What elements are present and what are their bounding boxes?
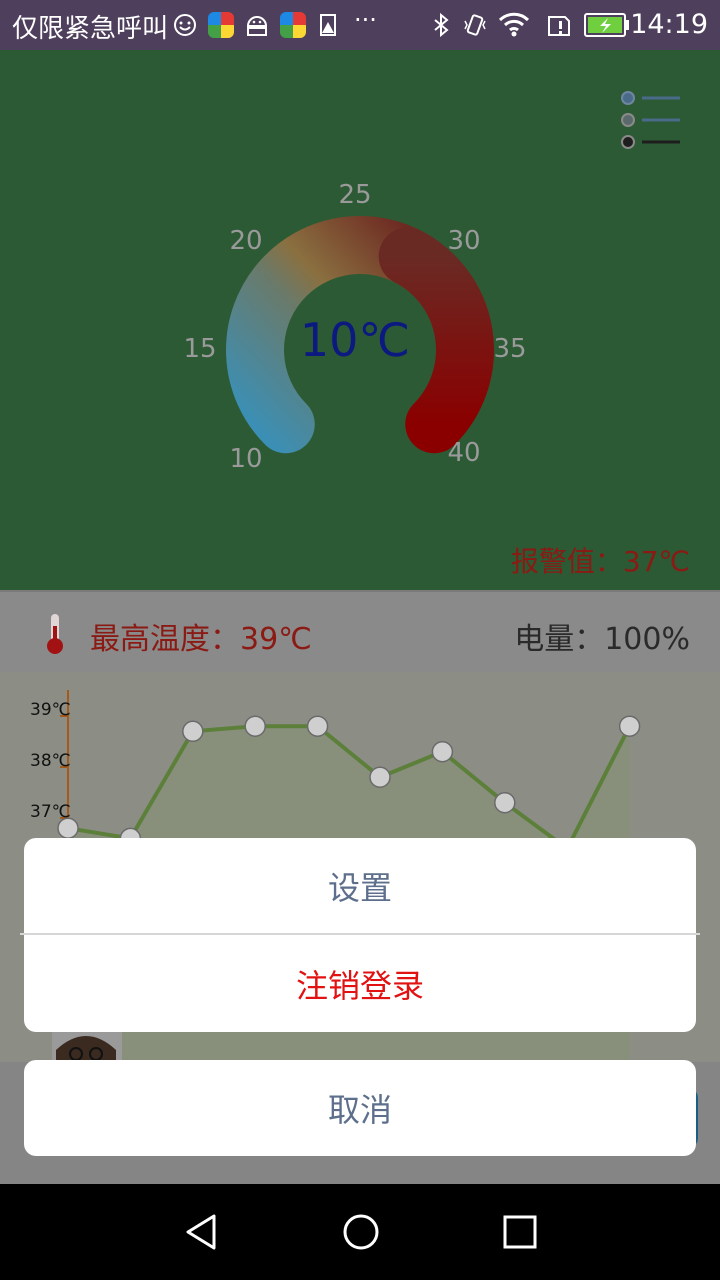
y-tick-label: 39℃ bbox=[30, 700, 71, 720]
back-icon[interactable] bbox=[182, 1212, 222, 1252]
battery-level: 电量：100% bbox=[514, 622, 690, 657]
alarm-threshold[interactable]: 报警值：37℃ bbox=[511, 540, 690, 580]
baby-face-icon bbox=[174, 14, 196, 36]
home-icon[interactable] bbox=[341, 1212, 381, 1252]
gauge-tick: 25 bbox=[338, 180, 372, 210]
current-temperature: 10℃ bbox=[299, 313, 411, 367]
gauge-tick: 10 bbox=[229, 444, 263, 474]
cancel-button[interactable]: 取消 bbox=[24, 1060, 696, 1156]
carrier-text: 仅限紧急呼叫 bbox=[12, 14, 169, 44]
avatar[interactable] bbox=[52, 1030, 122, 1062]
data-point[interactable] bbox=[431, 740, 454, 763]
android-icon bbox=[246, 16, 268, 36]
recents-icon[interactable] bbox=[502, 1214, 538, 1250]
navigation-bar bbox=[0, 1184, 720, 1280]
data-point[interactable] bbox=[244, 715, 266, 737]
thermometer-icon bbox=[47, 614, 63, 654]
clock: 14:19 bbox=[630, 9, 708, 40]
data-point[interactable] bbox=[182, 720, 204, 743]
battery-charging-icon bbox=[584, 13, 629, 37]
more-dots: ··· bbox=[354, 6, 377, 34]
data-point[interactable] bbox=[369, 766, 391, 788]
status-bar: 仅限紧急呼叫 ··· 14:19 bbox=[0, 0, 720, 50]
max-temperature: 最高温度：39℃ bbox=[90, 622, 312, 657]
warning-doc-icon bbox=[320, 14, 336, 36]
gauge-panel: 10 15 20 25 30 35 40 10℃ 报警值：37℃ bbox=[0, 50, 720, 590]
action-sheet-options: 设置 注销登录 bbox=[24, 838, 696, 1032]
app-badge-icon bbox=[280, 12, 306, 38]
gauge-tick: 20 bbox=[229, 226, 263, 256]
sheet-divider bbox=[20, 933, 700, 935]
app-badge-icon bbox=[208, 12, 234, 38]
bluetooth-icon bbox=[434, 12, 449, 38]
action-sheet-cancel: 取消 bbox=[24, 1060, 696, 1156]
gauge-tick: 40 bbox=[447, 438, 481, 468]
data-point[interactable] bbox=[306, 715, 329, 737]
info-row: 最高温度：39℃ 电量：100% bbox=[0, 590, 720, 674]
gauge-tick: 35 bbox=[493, 334, 527, 364]
gauge-tick: 30 bbox=[447, 226, 481, 256]
settings-button[interactable]: 设置 bbox=[24, 838, 696, 934]
y-tick-label: 38℃ bbox=[30, 751, 71, 771]
data-point[interactable] bbox=[618, 715, 641, 737]
y-tick-label: 37℃ bbox=[30, 802, 71, 822]
logout-button[interactable]: 注销登录 bbox=[24, 936, 696, 1032]
sim-alert-icon bbox=[548, 16, 570, 36]
list-menu-icon[interactable] bbox=[614, 90, 684, 150]
data-point[interactable] bbox=[494, 791, 516, 814]
gauge-tick: 15 bbox=[183, 334, 217, 364]
vibrate-icon bbox=[464, 14, 486, 36]
wifi-icon bbox=[498, 12, 530, 37]
